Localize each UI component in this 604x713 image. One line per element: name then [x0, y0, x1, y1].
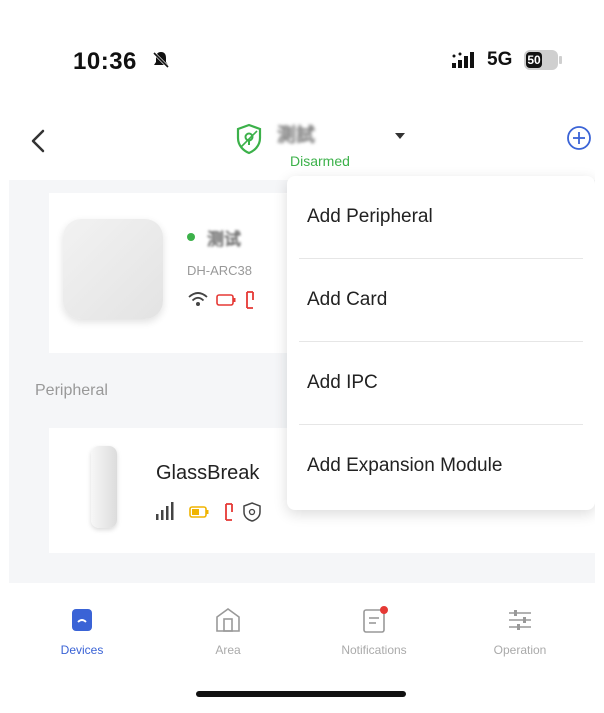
devices-icon	[72, 609, 92, 631]
peripheral-status-icons	[156, 502, 261, 522]
battery-medium-icon	[189, 506, 209, 518]
signal-strength-icon	[452, 52, 474, 68]
add-menu-dropdown: Add Peripheral Add Card Add IPC Add Expa…	[287, 176, 595, 510]
menu-item-add-ipc[interactable]: Add IPC	[287, 342, 595, 425]
notifications-icon	[363, 606, 388, 633]
phone-screen: 10:36 5G 50 測試 Disarmed 测试 DH-ARC38 Peri…	[9, 8, 595, 705]
caret-down-icon[interactable]	[395, 133, 405, 139]
tab-label: Devices	[60, 643, 104, 657]
online-dot	[187, 233, 195, 241]
tab-devices[interactable]: Devices	[9, 583, 155, 673]
battery-icon: 50	[524, 50, 564, 70]
menu-item-label: Add Card	[307, 289, 388, 310]
hub-name: 测试	[207, 230, 241, 249]
hub-status-icons	[188, 291, 254, 309]
battery-level: 50	[526, 52, 542, 68]
top-nav-bar: 測試 Disarmed	[9, 100, 595, 180]
tab-label: Operation	[493, 643, 547, 657]
hub-device-image	[63, 219, 163, 319]
back-chevron-icon[interactable]	[29, 128, 47, 154]
status-bar: 10:36 5G 50	[9, 8, 595, 100]
tab-area[interactable]: Area	[155, 583, 301, 673]
tab-notifications[interactable]: Notifications	[301, 583, 447, 673]
home-indicator[interactable]	[196, 691, 406, 697]
operation-icon	[509, 610, 531, 630]
notification-badge	[380, 606, 388, 614]
status-time: 10:36	[73, 48, 137, 75]
menu-item-add-peripheral[interactable]: Add Peripheral	[287, 176, 595, 259]
menu-item-add-card[interactable]: Add Card	[287, 259, 595, 342]
area-icon	[216, 608, 240, 632]
menu-item-add-expansion-module[interactable]: Add Expansion Module	[287, 425, 595, 508]
arm-status-text: Disarmed	[290, 153, 350, 169]
tab-label: Notifications	[341, 643, 407, 657]
silent-bell-icon	[152, 51, 170, 69]
tab-operation[interactable]: Operation	[447, 583, 593, 673]
hub-model: DH-ARC38	[187, 263, 253, 278]
menu-item-label: Add IPC	[307, 372, 378, 393]
shield-icon	[236, 123, 262, 155]
home-name[interactable]: 測試	[277, 120, 315, 147]
shield-badge-icon	[243, 502, 261, 522]
add-circle-icon[interactable]	[565, 124, 593, 152]
tab-label: Area	[215, 643, 241, 657]
peripheral-name: GlassBreak	[156, 462, 260, 484]
bottom-tab-bar: Devices Area Notifications Operation	[9, 583, 595, 705]
glassbreak-device-image	[91, 446, 117, 528]
wifi-icon	[188, 292, 208, 306]
section-label-peripheral: Peripheral	[35, 382, 108, 399]
network-type: 5G	[487, 49, 513, 70]
tamper-icon	[225, 503, 233, 521]
battery-low-icon	[216, 294, 236, 306]
menu-item-label: Add Expansion Module	[307, 455, 503, 476]
tamper-icon	[246, 291, 254, 309]
signal-bars-icon	[156, 502, 174, 520]
menu-item-label: Add Peripheral	[307, 206, 433, 227]
